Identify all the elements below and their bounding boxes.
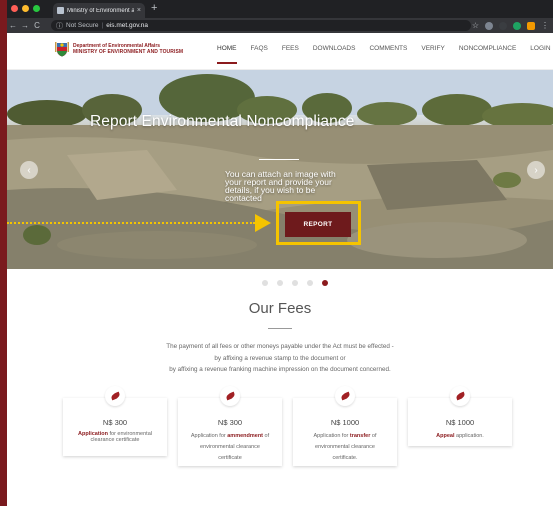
new-tab-button[interactable]: + [151,2,157,14]
carousel-next-button[interactable]: › [527,161,545,179]
menu-icon[interactable]: ⋮ [541,21,549,30]
reload-button[interactable]: C [31,21,43,30]
fee-description: Application for ammendment of environmen… [190,433,270,461]
nav-home[interactable]: HOME [217,45,237,64]
fee-amount: N$ 1000 [330,418,360,427]
highlight-arrow-line [7,222,255,224]
carousel-prev-button[interactable]: ‹ [20,161,38,179]
star-icon[interactable]: ☆ [472,21,479,30]
leaf-icon [105,386,125,406]
fees-intro-line: The payment of all fees or other moneys … [166,343,394,350]
crest-icon [55,42,69,57]
fees-divider [268,328,292,329]
fee-description: Application for environmental clearance … [78,431,152,443]
minimize-window-button[interactable] [22,5,29,12]
hero-divider [259,159,299,160]
maximize-window-button[interactable] [33,5,40,12]
fee-card: N$ 1000 Appeal application. [408,386,512,446]
fees-intro-line: by affixing a revenue franking machine i… [169,366,391,373]
nav-faqs[interactable]: FAQS [251,45,268,52]
extension-icon[interactable] [499,21,507,30]
report-button[interactable]: REPORT [285,212,351,237]
url-separator: | [101,22,104,29]
back-button[interactable]: ← [7,21,19,30]
carousel-indicator[interactable] [292,280,298,286]
browser-window: Ministry of Environment and To × + ← → C… [7,0,553,506]
nav-noncompliance[interactable]: NONCOMPLIANCE [459,45,516,52]
nav-login[interactable]: LOGIN [530,45,550,52]
hero-carousel: Report Environmental Noncompliance You c… [7,70,553,269]
leaf-icon [220,386,240,406]
address-bar[interactable]: ⓘ Not Secure | eis.met.gov.na [51,20,471,31]
logo-ministry-text: MINISTRY OF ENVIRONMENT AND TOURISM [73,49,184,55]
fee-description: Appeal application. [436,433,484,439]
carousel-indicator[interactable] [307,280,313,286]
carousel-indicator[interactable] [262,280,268,286]
nav-verify[interactable]: VERIFY [421,45,444,52]
extension-icon[interactable] [513,21,521,30]
tab-title: Ministry of Environment and To [67,7,134,14]
fee-amount: N$ 1000 [445,418,475,427]
fee-card: N$ 300 Application for environmental cle… [63,386,167,456]
carousel-indicator[interactable] [277,280,283,286]
carousel-indicator-active[interactable] [322,280,328,286]
extension-icon[interactable] [527,21,535,30]
carousel-indicators [262,280,328,286]
tab-bar: Ministry of Environment and To × + [7,0,553,18]
fees-intro-line: by affixing a revenue stamp to the docum… [214,354,346,362]
security-label: Not Secure [66,22,99,29]
nav-downloads[interactable]: DOWNLOADS [313,45,356,52]
nav-comments[interactable]: COMMENTS [369,45,407,52]
main-nav: HOME FAQS FEES DOWNLOADS COMMENTS VERIFY… [217,45,553,64]
fee-card: N$ 1000 Application for transfer of envi… [293,386,397,466]
address-bar-row: ← → C ⓘ Not Secure | eis.met.gov.na ☆ ⋮ [7,18,553,33]
forward-button[interactable]: → [19,21,31,30]
site-header: Department of Environmental Affairs MINI… [7,33,553,70]
site-logo[interactable]: Department of Environmental Affairs MINI… [55,41,183,57]
window-controls [11,5,40,12]
fees-intro: The payment of all fees or other moneys … [7,341,553,376]
fees-title: Our Fees [248,300,312,317]
fee-card: N$ 300 Application for ammendment of env… [178,386,282,466]
leaf-icon [450,386,470,406]
close-window-button[interactable] [11,5,18,12]
hero-title: Report Environmental Noncompliance [90,113,355,130]
extension-icon[interactable] [485,21,493,30]
fee-description: Application for transfer of environmenta… [313,433,377,461]
info-icon[interactable]: ⓘ [56,21,63,31]
hero-subtitle: You can attach an image with your report… [225,169,336,203]
favicon-icon [57,7,64,14]
url-text[interactable]: eis.met.gov.na [106,22,148,29]
highlight-arrow-icon [255,214,271,232]
fee-amount: N$ 300 [217,418,243,427]
close-tab-icon[interactable]: × [137,7,141,14]
fee-amount: N$ 300 [102,418,128,427]
browser-tab[interactable]: Ministry of Environment and To × [53,3,145,18]
extension-icons: ☆ ⋮ [472,21,549,30]
nav-fees[interactable]: FEES [282,45,299,52]
leaf-icon [335,386,355,406]
